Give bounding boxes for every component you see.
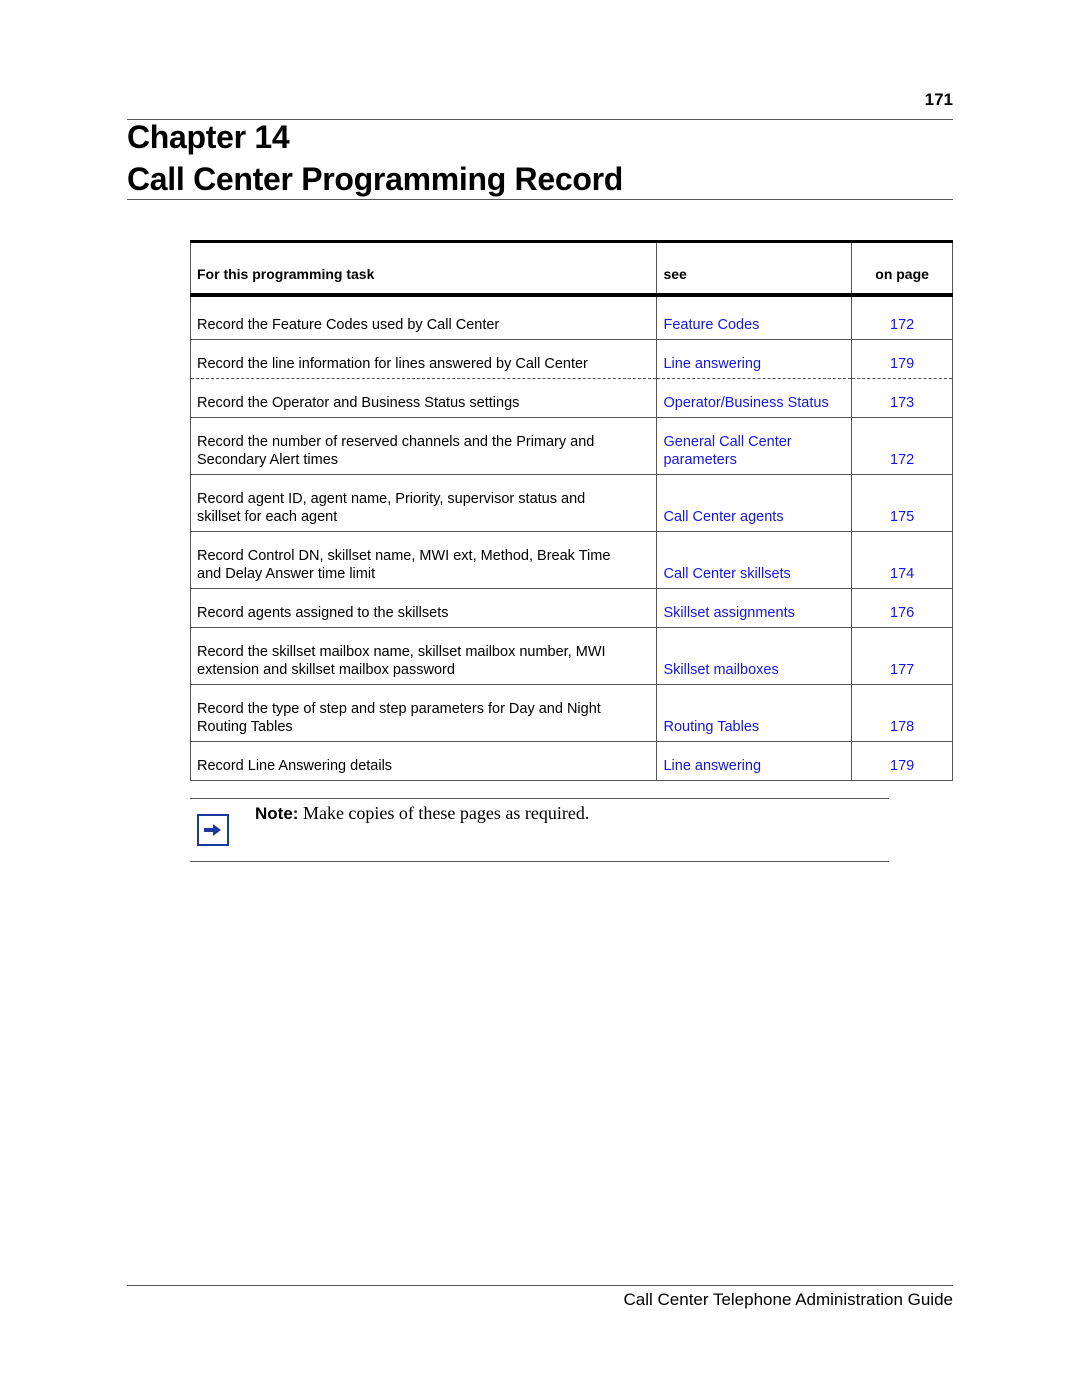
page-link[interactable]: 175 (858, 508, 946, 526)
task-cell: Record agent ID, agent name, Priority, s… (189, 474, 658, 532)
task-text: Record Control DN, skillset name, MWI ex… (197, 548, 611, 564)
see-link[interactable]: Skillset mailboxes (663, 661, 845, 679)
task-cell: Record the line information for lines an… (189, 339, 658, 379)
page-link[interactable]: 179 (858, 757, 946, 775)
table-row: Record agent ID, agent name, Priority, s… (189, 474, 953, 532)
footer-title: Call Center Telephone Administration Gui… (623, 1290, 954, 1309)
task-cell: Record the skillset mailbox name, skills… (189, 627, 658, 685)
see-cell: Line answering (656, 741, 853, 781)
task-cell: Record the Feature Codes used by Call Ce… (189, 295, 658, 340)
task-text: skillset for each agent (197, 509, 338, 525)
task-text: Record the Feature Codes used by Call Ce… (197, 317, 500, 333)
page-link[interactable]: 176 (858, 604, 946, 622)
see-link[interactable]: Feature Codes (663, 316, 845, 334)
chapter-heading: Chapter 14 Call Center Programming Recor… (127, 116, 623, 200)
page-link[interactable]: 177 (858, 661, 946, 679)
page-cell: 178 (851, 684, 953, 742)
header-bottom-rule (127, 199, 953, 200)
see-link[interactable]: Line answering (663, 757, 845, 775)
table-row: Record Control DN, skillset name, MWI ex… (189, 531, 953, 589)
page-cell: 173 (851, 378, 953, 418)
task-text: Record the type of step and step paramet… (197, 701, 601, 717)
task-cell: Record Line Answering details (189, 741, 658, 781)
page-cell: 174 (851, 531, 953, 589)
page-number: 171 (924, 90, 953, 109)
chapter-label: Chapter 14 (127, 119, 290, 155)
see-link[interactable]: General Call Center (663, 433, 845, 451)
arrow-right-icon (197, 814, 229, 846)
see-cell: General Call Center parameters (656, 417, 853, 475)
page-link[interactable]: 179 (858, 355, 946, 373)
table-row: Record the Operator and Business Status … (189, 378, 953, 418)
table-row: Record the number of reserved channels a… (189, 417, 953, 475)
see-link[interactable]: Call Center agents (663, 508, 845, 526)
see-cell: Call Center agents (656, 474, 853, 532)
see-cell: Skillset assignments (656, 588, 853, 628)
see-link[interactable]: Line answering (663, 355, 845, 373)
see-link[interactable]: Call Center skillsets (663, 565, 845, 583)
table-body: Record the Feature Codes used by Call Ce… (189, 295, 953, 781)
page-link[interactable]: 172 (858, 451, 946, 469)
task-text: Record agents assigned to the skillsets (197, 605, 449, 621)
see-cell: Line answering (656, 339, 853, 379)
table-row: Record the Feature Codes used by Call Ce… (189, 295, 953, 340)
page-cell: 172 (851, 417, 953, 475)
see-cell: Call Center skillsets (656, 531, 853, 589)
page-cell: 176 (851, 588, 953, 628)
see-cell: Operator/Business Status (656, 378, 853, 418)
table-row: Record the skillset mailbox name, skills… (189, 627, 953, 685)
task-cell: Record the number of reserved channels a… (189, 417, 658, 475)
column-header-see: see (656, 241, 853, 295)
footer-rule (127, 1285, 953, 1286)
task-text: Record the line information for lines an… (197, 356, 588, 372)
task-cell: Record Control DN, skillset name, MWI ex… (189, 531, 658, 589)
task-text: Record the Operator and Business Status … (197, 395, 520, 411)
task-text: Record Line Answering details (197, 758, 393, 774)
task-text: Record the skillset mailbox name, skills… (197, 644, 606, 660)
table-header-row: For this programming task see on page (189, 241, 953, 295)
task-text: and Delay Answer time limit (197, 566, 376, 582)
task-text: Record agent ID, agent name, Priority, s… (197, 491, 586, 507)
task-text: extension and skillset mailbox password (197, 662, 455, 678)
table-row: Record the type of step and step paramet… (189, 684, 953, 742)
page-link[interactable]: 178 (858, 718, 946, 736)
see-link[interactable]: Operator/Business Status (663, 394, 845, 412)
page-link[interactable]: 174 (858, 565, 946, 583)
chapter-title: Call Center Programming Record (127, 161, 624, 197)
column-header-page: on page (851, 241, 953, 295)
note: Note: Make copies of these pages as requ… (255, 803, 589, 824)
programming-record-table: For this programming task see on page Re… (189, 240, 953, 781)
table-row: Record Line Answering details Line answer… (189, 741, 953, 781)
page-link[interactable]: 173 (858, 394, 946, 412)
see-link[interactable]: Routing Tables (663, 718, 845, 736)
page-cell: 179 (851, 339, 953, 379)
table-row: Record the line information for lines an… (189, 339, 953, 379)
task-text: Record the number of reserved channels a… (197, 434, 595, 450)
note-text: Make copies of these pages as required. (298, 803, 590, 823)
see-cell: Skillset mailboxes (656, 627, 853, 685)
page-cell: 177 (851, 627, 953, 685)
note-top-rule (190, 798, 889, 799)
see-cell: Feature Codes (656, 295, 853, 340)
page-link[interactable]: 172 (858, 316, 946, 334)
page-cell: 175 (851, 474, 953, 532)
note-label: Note: (255, 804, 299, 823)
task-cell: Record agents assigned to the skillsets (189, 588, 658, 628)
column-header-task: For this programming task (189, 241, 658, 295)
see-link[interactable]: Skillset assignments (663, 604, 845, 622)
note-bottom-rule (190, 861, 889, 862)
task-text: Routing Tables (197, 719, 293, 735)
page-cell: 172 (851, 295, 953, 340)
page-cell: 179 (851, 741, 953, 781)
task-cell: Record the Operator and Business Status … (189, 378, 658, 418)
table-row: Record agents assigned to the skillsets S… (189, 588, 953, 628)
task-cell: Record the type of step and step paramet… (189, 684, 658, 742)
task-text: Secondary Alert times (197, 452, 339, 468)
see-link[interactable]: parameters (663, 451, 845, 469)
see-cell: Routing Tables (656, 684, 853, 742)
